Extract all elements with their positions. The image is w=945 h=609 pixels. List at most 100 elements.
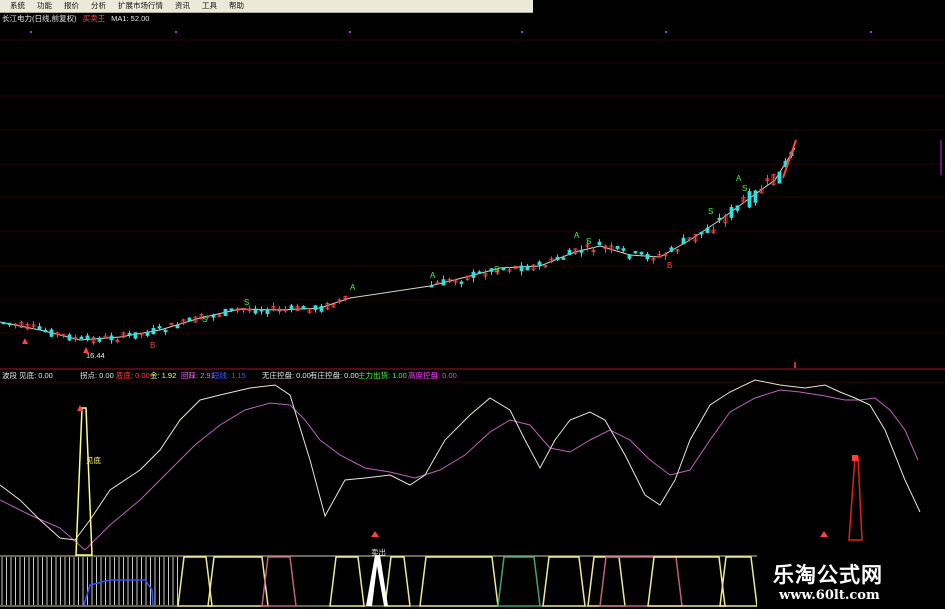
red-arrow bbox=[820, 531, 828, 537]
menu-item-help[interactable]: 帮助 bbox=[223, 0, 250, 12]
period-marker bbox=[175, 31, 177, 33]
candle-body bbox=[459, 281, 464, 284]
pre-signal: A bbox=[736, 174, 742, 183]
indicator-low: 底底: 0.00 bbox=[116, 371, 150, 380]
ma-readout: MA1: 52.00 bbox=[111, 14, 150, 23]
indicator-with-control: 有庄控盘: 0.00 bbox=[310, 371, 359, 380]
band-trapezoid bbox=[599, 556, 683, 607]
buy-signal: B bbox=[150, 341, 155, 350]
price-surge bbox=[782, 139, 797, 179]
candle-body bbox=[429, 285, 434, 288]
candle-body bbox=[645, 253, 650, 260]
slow-oscillator-line bbox=[0, 389, 919, 551]
period-marker bbox=[349, 31, 351, 33]
sell-signal: S bbox=[708, 207, 713, 216]
indicator-bottom: 波段 见底: 0.00 bbox=[2, 371, 53, 380]
candle-body bbox=[747, 191, 752, 208]
candle-body bbox=[265, 309, 270, 314]
candle-body bbox=[157, 326, 162, 329]
period-marker bbox=[521, 31, 523, 33]
menu-item-analysis[interactable]: 分析 bbox=[85, 0, 112, 12]
sell-signal: S bbox=[202, 315, 207, 324]
band-trapezoid bbox=[587, 556, 626, 607]
indicator-gold: 金: 1.92 bbox=[150, 371, 177, 380]
menu-item-info[interactable]: 资讯 bbox=[169, 0, 196, 12]
candle-body bbox=[555, 256, 560, 261]
candle-body bbox=[163, 329, 168, 333]
candle-body bbox=[67, 334, 72, 341]
candle-body bbox=[519, 265, 524, 272]
period-marker bbox=[870, 31, 872, 33]
sell-signal: S bbox=[742, 184, 747, 193]
indicator-pullback: 回踩: 2.91 bbox=[181, 371, 215, 380]
menu-item-function[interactable]: 功能 bbox=[31, 0, 58, 12]
candle-body bbox=[211, 314, 216, 318]
band-trapezoid bbox=[419, 556, 499, 607]
candle-body bbox=[441, 279, 446, 286]
candle-body bbox=[501, 268, 506, 271]
candle-body bbox=[229, 308, 234, 311]
candle-body bbox=[145, 331, 150, 336]
indicator-main-out: 主力出货: 1.00 bbox=[358, 371, 407, 380]
watermark-text: 乐淘公式网 bbox=[773, 562, 883, 587]
spike-head bbox=[852, 455, 858, 461]
candle-body bbox=[597, 241, 602, 246]
candle-body bbox=[319, 306, 324, 312]
candle-body bbox=[717, 217, 722, 221]
indicator-no-control: 无庄控盘: 0.00 bbox=[262, 371, 311, 380]
candle-body bbox=[537, 261, 542, 266]
candle-body bbox=[7, 322, 12, 326]
band-trapezoid bbox=[647, 556, 726, 607]
candle-body bbox=[621, 248, 626, 251]
chart-title-row: 长江电力(日线,前复权) 买卖王 MA1: 52.00 bbox=[0, 13, 149, 24]
pre-signal: A bbox=[574, 231, 580, 240]
candle-body bbox=[477, 271, 482, 274]
candle-body bbox=[103, 335, 108, 338]
candle-body bbox=[43, 329, 48, 333]
sell-signal: S bbox=[494, 265, 499, 274]
watermark-url: www.60lt.com bbox=[779, 588, 880, 603]
candle-body bbox=[525, 265, 530, 271]
menu-item-quote[interactable]: 报价 bbox=[58, 0, 85, 12]
candle-body bbox=[85, 335, 90, 340]
period-marker bbox=[30, 31, 32, 33]
candle-body bbox=[627, 254, 632, 259]
candle-body bbox=[37, 326, 42, 330]
menu-item-system[interactable]: 系统 bbox=[0, 0, 31, 12]
candle-body bbox=[259, 309, 264, 312]
candle-body bbox=[561, 257, 566, 260]
candle-body bbox=[705, 227, 710, 233]
menu-bar: 系统 功能 报价 分析 扩展市场行情 资讯 工具 帮助 bbox=[0, 0, 533, 13]
candle-body bbox=[301, 306, 306, 310]
candle-body bbox=[175, 325, 180, 329]
jiandi-label: 见底 bbox=[86, 456, 101, 465]
sell-signal: S bbox=[586, 237, 591, 246]
candle-body bbox=[79, 336, 84, 339]
candle-body bbox=[729, 206, 734, 218]
menu-item-tools[interactable]: 工具 bbox=[196, 0, 223, 12]
candle-body bbox=[151, 328, 156, 335]
band-trapezoid bbox=[542, 556, 586, 607]
candle-body bbox=[253, 308, 258, 314]
candle-body bbox=[223, 308, 228, 317]
fast-oscillator-line bbox=[0, 379, 921, 541]
candle-body bbox=[777, 171, 782, 184]
stock-title: 长江电力(日线,前复权) bbox=[2, 14, 77, 23]
main-chart-canvas[interactable]: S S S S S S B B A A A A bbox=[0, 0, 945, 609]
candle-body bbox=[633, 251, 638, 254]
price-ma-line bbox=[0, 147, 796, 341]
period-marker bbox=[665, 31, 667, 33]
candle-body bbox=[567, 249, 572, 256]
watermark: 乐淘公式网 www.60lt.com bbox=[757, 555, 945, 609]
indicator-high-control: 高度控盘: 0.00 bbox=[408, 371, 457, 380]
candle-body bbox=[579, 249, 584, 253]
candle-body bbox=[109, 335, 114, 341]
sell-signal: S bbox=[244, 298, 249, 307]
buy-sell-marker: 买卖王 bbox=[82, 14, 106, 23]
menu-item-extended-market[interactable]: 扩展市场行情 bbox=[112, 0, 169, 12]
pre-signal: A bbox=[430, 271, 436, 280]
indicator-short: 短线: 1.15 bbox=[212, 371, 246, 380]
candle-body bbox=[489, 268, 494, 272]
white-peak bbox=[366, 555, 388, 606]
band-trapezoid bbox=[207, 556, 269, 607]
